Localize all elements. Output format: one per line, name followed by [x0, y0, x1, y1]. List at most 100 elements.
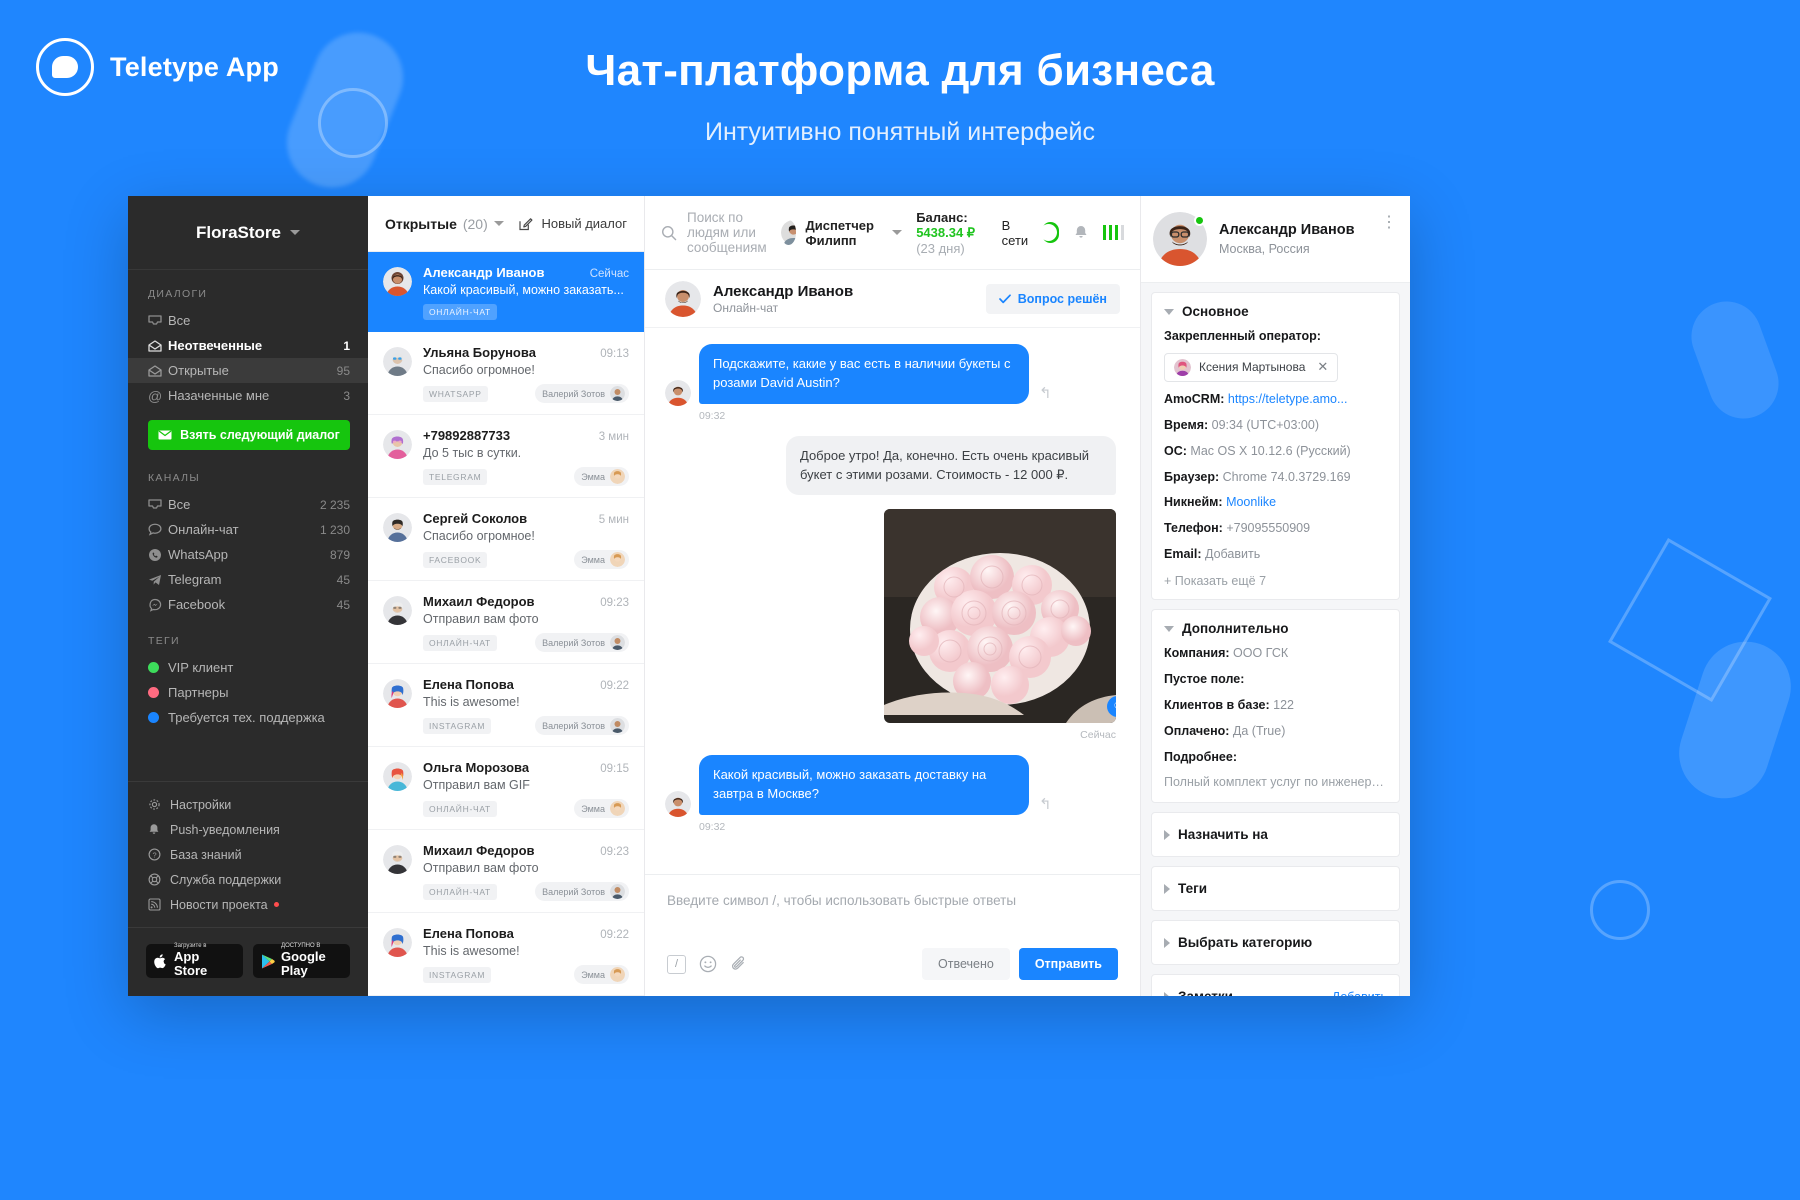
sidebar-item-knowledge-base[interactable]: ? База знаний: [128, 842, 368, 867]
tag-color-dot: [148, 662, 159, 673]
field-clients-count: Клиентов в базе: 122: [1164, 697, 1294, 712]
field-value[interactable]: Добавить: [1205, 547, 1260, 561]
dialog-list-item[interactable]: Елена Попова 09:22 This is awesome! INST…: [368, 913, 644, 996]
category-section[interactable]: Выбрать категорию: [1151, 920, 1400, 966]
chat-contact-name: Александр Иванов: [713, 282, 854, 300]
dialog-item-time: 09:15: [600, 763, 629, 775]
reply-icon[interactable]: ↰: [1039, 795, 1052, 813]
online-toggle[interactable]: [1039, 222, 1059, 243]
message-row-incoming: Подскажите, какие у вас есть в наличии б…: [665, 344, 1116, 422]
sidebar-tag-vip[interactable]: VIP клиент: [128, 655, 368, 680]
decor-shape-5: [1590, 880, 1650, 940]
workspace-switcher[interactable]: FloraStore: [128, 196, 368, 270]
field-value-link[interactable]: Moonlike: [1226, 495, 1276, 509]
dialog-list-item[interactable]: Михаил Федоров 09:23 Отправил вам фото О…: [368, 830, 644, 913]
bell-icon[interactable]: [1073, 224, 1089, 241]
message-time: 09:32: [699, 821, 726, 834]
sidebar-channel-all[interactable]: Все 2 235: [128, 492, 368, 517]
dialog-list-item[interactable]: +79892887733 3 мин До 5 тыс в сутки. TEL…: [368, 415, 644, 498]
sidebar-item-open[interactable]: Открытые 95: [128, 358, 368, 383]
chevron-down-icon: [290, 230, 301, 235]
sidebar-channel-onlinechat[interactable]: Онлайн-чат 1 230: [128, 517, 368, 542]
chevron-down-icon: [1164, 308, 1174, 315]
current-user-menu[interactable]: Диспетчер Филипп: [780, 218, 903, 248]
dialogs-section-title: ДИАЛОГИ: [148, 288, 208, 300]
dialog-list-item[interactable]: Елена Попова 09:22 This is awesome! INST…: [368, 664, 644, 747]
whatsapp-icon: [148, 548, 168, 562]
dialog-item-channel: WHATSAPP: [423, 385, 488, 402]
sidebar-item-project-news[interactable]: Новости проекта: [128, 892, 368, 917]
dialog-item-preview: Отправил вам GIF: [423, 778, 530, 792]
dialog-filter-count: (20): [462, 215, 488, 232]
dialog-list-item[interactable]: Ульяна Борунова 09:13 Спасибо огромное! …: [368, 332, 644, 415]
notes-add-button[interactable]: Добавить: [1332, 990, 1387, 996]
sidebar-tag-support[interactable]: Требуется тех. поддержка: [128, 705, 368, 730]
question-circle-icon: ?: [148, 848, 170, 861]
plus-icon: +: [1164, 574, 1172, 588]
sidebar-item-assigned-to-me[interactable]: @ Назаченные мне 3: [128, 383, 368, 408]
composer-input[interactable]: Введите символ /, чтобы использовать быс…: [667, 893, 1118, 908]
mark-solved-button[interactable]: Вопрос решён: [985, 283, 1120, 314]
operator-avatar: [610, 635, 625, 650]
paperclip-icon[interactable]: [730, 955, 748, 973]
answered-button[interactable]: Отвечено: [922, 948, 1010, 980]
sidebar-item-unanswered[interactable]: Неотвеченные 1: [128, 333, 368, 358]
operator-name: Валерий Зотов: [542, 637, 605, 648]
sidebar-item-all-dialogs[interactable]: Все: [128, 308, 368, 333]
extra-section-header[interactable]: Дополнительно: [1164, 621, 1387, 636]
dialog-item-operator: Эмма: [574, 467, 629, 486]
sidebar-channel-facebook[interactable]: Facebook 45: [128, 592, 368, 617]
send-button[interactable]: Отправить: [1018, 948, 1118, 980]
dialog-filter-dropdown[interactable]: Открытые (20): [385, 216, 504, 232]
apple-icon: [153, 953, 168, 970]
message-row-outgoing-image: ⌾ Сейчас: [665, 509, 1116, 741]
kebab-menu-icon[interactable]: ⋮: [1381, 212, 1398, 232]
main-section-header[interactable]: Основное: [1164, 304, 1387, 319]
field-value: Mac OS X 10.12.6 (Русский): [1190, 443, 1351, 458]
new-dialog-button[interactable]: Новый диалог: [519, 216, 627, 231]
search-input[interactable]: Поиск по людям или сообщениям: [661, 210, 767, 255]
sidebar-item-settings[interactable]: Настройки: [128, 792, 368, 817]
reply-icon[interactable]: ↰: [1039, 384, 1052, 402]
sidebar-item-label: Открытые: [168, 363, 229, 378]
signal-bars-icon[interactable]: [1102, 225, 1124, 240]
notes-section[interactable]: Заметки Добавить: [1151, 974, 1400, 996]
search-icon: [661, 225, 677, 241]
sidebar-channel-whatsapp[interactable]: WhatsApp 879: [128, 542, 368, 567]
app-store-badge[interactable]: Загрузите в App Store: [146, 943, 243, 978]
sidebar-channel-count: 45: [336, 572, 350, 587]
smiley-icon[interactable]: [699, 955, 717, 973]
dialog-list-header: Открытые (20) Новый диалог: [368, 196, 644, 252]
dialog-item-preview: This is awesome!: [423, 695, 520, 709]
balance-block[interactable]: Баланс: 5438.34 ₽ (23 дня): [916, 210, 987, 256]
sidebar-tag-label: VIP клиент: [168, 660, 234, 675]
tags-section[interactable]: Теги: [1151, 866, 1400, 912]
dialog-list-panel: Открытые (20) Новый диалог Александр Ива…: [368, 196, 645, 996]
dialog-list-item[interactable]: Сергей Соколов 5 мин Спасибо огромное! F…: [368, 498, 644, 581]
close-icon[interactable]: ✕: [1317, 359, 1328, 375]
svg-text:?: ?: [152, 850, 156, 859]
extra-note: Полный комплект услуг по инженерн...: [1164, 775, 1387, 790]
sidebar-channel-label: WhatsApp: [168, 547, 228, 562]
dialog-item-operator: Эмма: [574, 550, 629, 569]
dialog-list-item[interactable]: Ольга Морозова 09:15 Отправил вам GIF ОН…: [368, 747, 644, 830]
google-play-badge[interactable]: ДОСТУПНО В Google Play: [253, 943, 350, 978]
message-image[interactable]: ⌾: [884, 509, 1116, 724]
pinned-operator-chip[interactable]: Ксения Мартынова ✕: [1164, 352, 1339, 382]
inbox-icon: [148, 314, 168, 327]
assign-to-section[interactable]: Назначить на: [1151, 812, 1400, 858]
dialog-list-item[interactable]: Михаил Федоров 09:23 Отправил вам фото О…: [368, 581, 644, 664]
sidebar-item-support[interactable]: Служба поддержки: [128, 867, 368, 892]
sidebar-tag-label: Требуется тех. поддержка: [168, 710, 325, 725]
field-value-link[interactable]: https://teletype.amo...: [1228, 392, 1348, 406]
avatar: [383, 430, 412, 459]
balance-value: 5438.34 ₽: [916, 224, 976, 240]
sidebar-channel-telegram[interactable]: Telegram 45: [128, 567, 368, 592]
slash-icon[interactable]: /: [667, 954, 686, 974]
sidebar-item-push-notifications[interactable]: Push-уведомления: [128, 817, 368, 842]
sidebar-tag-partners[interactable]: Партнеры: [128, 680, 368, 705]
balance-label: Баланс:: [916, 209, 968, 225]
show-more-fields[interactable]: + Показать ещё 7: [1164, 574, 1387, 588]
take-next-dialog-button[interactable]: Взять следующий диалог: [148, 420, 350, 450]
dialog-list-item[interactable]: Александр Иванов Сейчас Какой красивый, …: [368, 252, 644, 332]
